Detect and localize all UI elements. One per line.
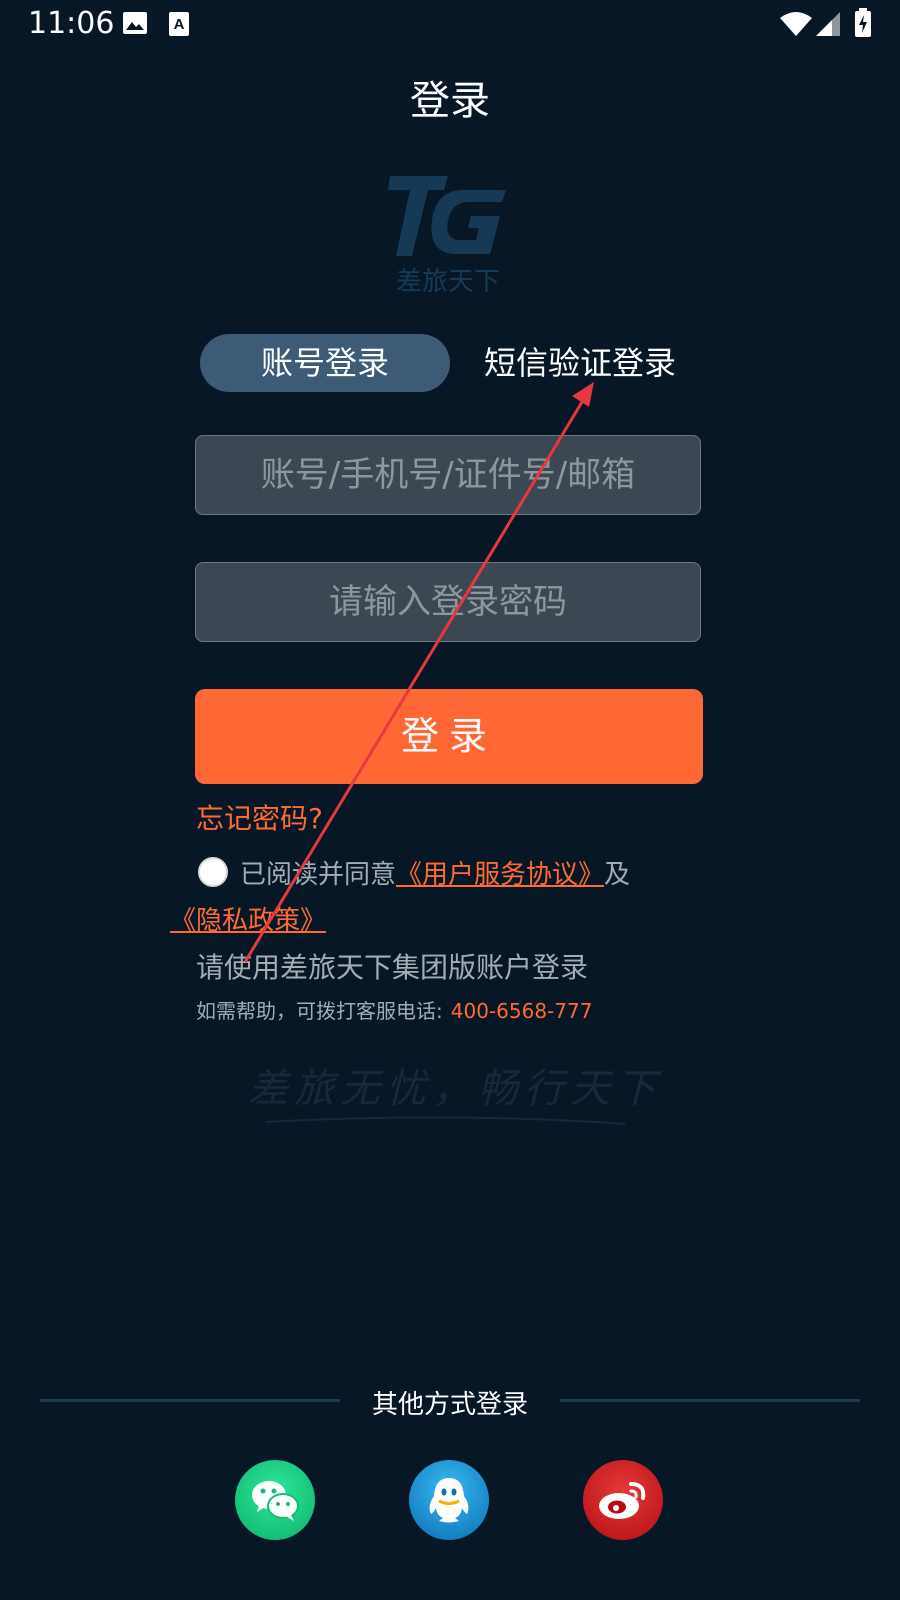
wifi-icon — [780, 12, 812, 36]
group-account-note: 请使用差旅天下集团版账户登录 — [196, 951, 589, 984]
other-login-label: 其他方式登录 — [371, 1390, 528, 1420]
weibo-login-button[interactable] — [583, 1460, 663, 1540]
agreement-prefix: 已阅读并同意 — [240, 860, 397, 890]
svg-text:A: A — [174, 16, 185, 33]
wechat-login-button[interactable] — [235, 1460, 315, 1540]
tg-logo: 差旅天下 — [388, 176, 506, 297]
logo-brand-text: 差旅天下 — [396, 267, 500, 297]
agree-radio[interactable] — [198, 857, 228, 887]
a-icon: A — [169, 12, 189, 36]
signal-icon — [816, 12, 840, 36]
weibo-icon — [599, 1482, 646, 1519]
slogan-text: 差旅无忧，畅行天下 — [248, 1066, 662, 1112]
tab-account-login[interactable]: 账号登录 — [200, 334, 450, 392]
user-agreement-link[interactable]: 《用户服务协议》 — [396, 860, 604, 890]
account-input[interactable]: 账号/手机号/证件号/邮箱 — [195, 435, 701, 515]
privacy-policy-link[interactable]: 《隐私政策》 — [170, 900, 326, 937]
qq-icon — [429, 1478, 469, 1523]
slogan-watermark: 差旅无忧，畅行天下 — [248, 1066, 662, 1125]
agreement-text: 已阅读并同意《用户服务协议》及 — [240, 854, 630, 891]
wechat-icon — [252, 1481, 299, 1521]
help-line: 如需帮助，可拨打客服电话: 400-6568-777 — [196, 995, 592, 1024]
agreement-conjunction: 及 — [604, 860, 631, 890]
tab-sms-login[interactable]: 短信验证登录 — [470, 334, 690, 392]
password-input[interactable]: 请输入登录密码 — [195, 562, 701, 642]
status-time: 11:06 — [28, 6, 115, 41]
login-button[interactable]: 登录 — [195, 689, 703, 784]
qq-login-button[interactable] — [409, 1460, 489, 1540]
page-title: 登录 — [410, 78, 490, 124]
help-phone-link[interactable]: 400-6568-777 — [451, 999, 593, 1023]
help-prefix: 如需帮助，可拨打客服电话: — [196, 999, 443, 1023]
battery-charging-icon — [855, 8, 871, 37]
image-icon — [123, 12, 147, 34]
forgot-password-link[interactable]: 忘记密码? — [196, 797, 323, 837]
